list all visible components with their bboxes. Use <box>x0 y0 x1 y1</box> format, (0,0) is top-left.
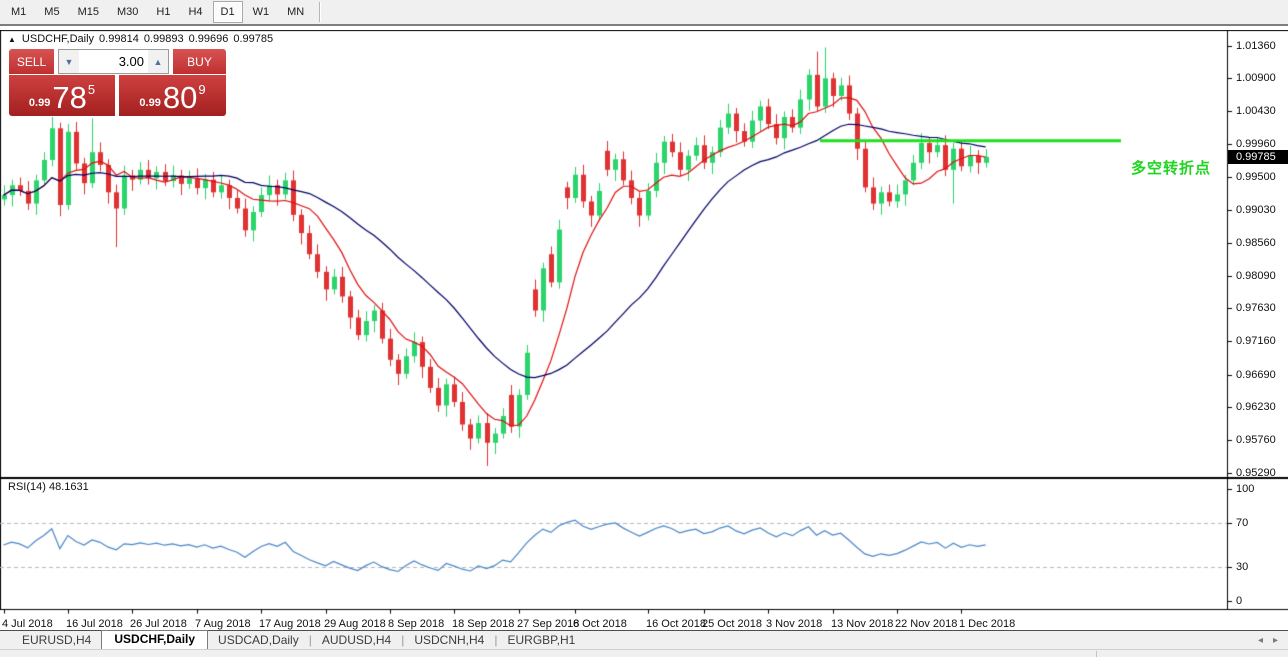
timeframe-button-m5[interactable]: M5 <box>36 1 67 23</box>
timeframe-toolbar: M1M5M15M30H1H4D1W1MN <box>0 0 1288 26</box>
date-axis-label: 29 Aug 2018 <box>324 618 386 630</box>
ohlc-close: 0.99785 <box>233 33 273 45</box>
sell-price-main: 78 <box>52 83 86 113</box>
chart-tab-bar: EURUSD,H4USDCHF,DailyUSDCAD,Daily|AUDUSD… <box>0 630 1288 649</box>
chart-symbol-header: ▲ USDCHF,Daily 0.99814 0.99893 0.99696 0… <box>8 33 273 45</box>
sell-price-prefix: 0.99 <box>29 97 50 109</box>
date-axis-label: 3 Nov 2018 <box>766 618 822 630</box>
date-axis-label: 27 Sep 2018 <box>517 618 579 630</box>
ohlc-high: 0.99893 <box>144 33 184 45</box>
ohlc-low: 0.99696 <box>189 33 229 45</box>
price-axis-label: 0.95290 <box>1236 467 1276 479</box>
symbol-label: USDCHF,Daily <box>22 33 94 45</box>
price-axis-label: 0.95760 <box>1236 434 1276 446</box>
buy-price-main: 80 <box>163 83 197 113</box>
sell-price-button[interactable]: 0.99 78 5 <box>9 75 115 116</box>
date-axis-label: 22 Nov 2018 <box>895 618 957 630</box>
rsi-indicator-header: RSI(14) 48.1631 <box>8 481 89 493</box>
rsi-chart-canvas[interactable] <box>0 478 1288 614</box>
toolbar-separator <box>319 2 321 22</box>
price-axis-label: 1.01360 <box>1236 40 1276 52</box>
rsi-label: RSI(14) <box>8 481 46 493</box>
date-axis-label: 25 Oct 2018 <box>702 618 762 630</box>
chart-tab-usdchf[interactable]: USDCHF,Daily <box>101 630 208 649</box>
timeframe-button-m1[interactable]: M1 <box>3 1 34 23</box>
rsi-value: 48.1631 <box>49 481 89 493</box>
timeframe-button-h4[interactable]: H4 <box>180 1 210 23</box>
price-axis-label: 0.97630 <box>1236 302 1276 314</box>
buy-price-pip: 9 <box>198 82 205 97</box>
collapse-triangle-icon[interactable]: ▲ <box>8 35 16 44</box>
price-axis-label: 0.98560 <box>1236 237 1276 249</box>
timeframe-button-h1[interactable]: H1 <box>148 1 178 23</box>
price-axis-label: 0.99030 <box>1236 204 1276 216</box>
date-axis-label: 4 Jul 2018 <box>2 618 53 630</box>
tab-scroll-left-icon[interactable]: ◂ <box>1258 635 1263 646</box>
price-axis-label: 0.98090 <box>1236 270 1276 282</box>
volume-increase-button[interactable]: ▲ <box>148 50 168 73</box>
volume-stepper: ▼ ▲ <box>58 49 169 74</box>
date-axis-label: 16 Oct 2018 <box>646 618 706 630</box>
chart-tab-eurusd[interactable]: EURUSD,H4 <box>12 632 101 649</box>
rsi-axis-label: 70 <box>1236 517 1248 529</box>
buy-price-prefix: 0.99 <box>139 97 160 109</box>
trendline-annotation-text[interactable]: 多空转折点 <box>1131 157 1211 178</box>
price-axis-label: 0.99500 <box>1236 171 1276 183</box>
date-axis-label: 13 Nov 2018 <box>831 618 893 630</box>
date-axis-label: 18 Sep 2018 <box>452 618 514 630</box>
timeframe-button-m15[interactable]: M15 <box>70 1 107 23</box>
price-axis-label: 1.00430 <box>1236 105 1276 117</box>
price-axis-label: 0.96230 <box>1236 401 1276 413</box>
date-axis-label: 6 Oct 2018 <box>573 618 627 630</box>
tab-scroll-right-icon[interactable]: ▸ <box>1273 635 1278 646</box>
timeframe-button-d1[interactable]: D1 <box>213 1 243 23</box>
sell-button[interactable]: SELL <box>9 49 54 74</box>
rsi-axis-label: 30 <box>1236 561 1248 573</box>
timeframe-button-w1[interactable]: W1 <box>245 1 278 23</box>
chart-tab-usdcnh[interactable]: USDCNH,H4 <box>404 632 494 649</box>
chart-tab-usdcad[interactable]: USDCAD,Daily <box>208 632 309 649</box>
ohlc-open: 0.99814 <box>99 33 139 45</box>
date-axis-label: 8 Sep 2018 <box>388 618 444 630</box>
volume-decrease-button[interactable]: ▼ <box>59 50 79 73</box>
timeframe-button-mn[interactable]: MN <box>279 1 312 23</box>
date-axis-label: 1 Dec 2018 <box>959 618 1015 630</box>
date-axis-label: 7 Aug 2018 <box>195 618 251 630</box>
price-axis-label: 1.00900 <box>1236 72 1276 84</box>
status-bar <box>0 649 1288 657</box>
rsi-axis-label: 100 <box>1236 483 1254 495</box>
chart-tab-audusd[interactable]: AUDUSD,H4 <box>312 632 401 649</box>
rsi-axis-label: 0 <box>1236 595 1242 607</box>
sell-price-pip: 5 <box>88 82 95 97</box>
one-click-trading-widget: SELL ▼ ▲ BUY 0.99 78 5 0.99 80 9 <box>9 49 226 116</box>
chart-area: ▲ USDCHF,Daily 0.99814 0.99893 0.99696 0… <box>0 30 1288 610</box>
buy-price-button[interactable]: 0.99 80 9 <box>119 75 226 116</box>
volume-input[interactable] <box>79 50 148 73</box>
buy-button[interactable]: BUY <box>173 49 226 74</box>
date-axis-label: 16 Jul 2018 <box>66 618 123 630</box>
chart-tab-eurgbp[interactable]: EURGBP,H1 <box>497 632 585 649</box>
timeframe-button-m30[interactable]: M30 <box>109 1 146 23</box>
status-divider <box>1096 651 1097 657</box>
date-axis-label: 26 Jul 2018 <box>130 618 187 630</box>
price-axis-label: 0.96690 <box>1236 369 1276 381</box>
price-axis-label: 0.99960 <box>1236 138 1276 150</box>
current-price-tag: 0.99785 <box>1228 150 1288 164</box>
price-axis-label: 0.97160 <box>1236 335 1276 347</box>
mt4-window: M1M5M15M30H1H4D1W1MN ▲ USDCHF,Daily 0.99… <box>0 0 1288 657</box>
date-axis-label: 17 Aug 2018 <box>259 618 321 630</box>
